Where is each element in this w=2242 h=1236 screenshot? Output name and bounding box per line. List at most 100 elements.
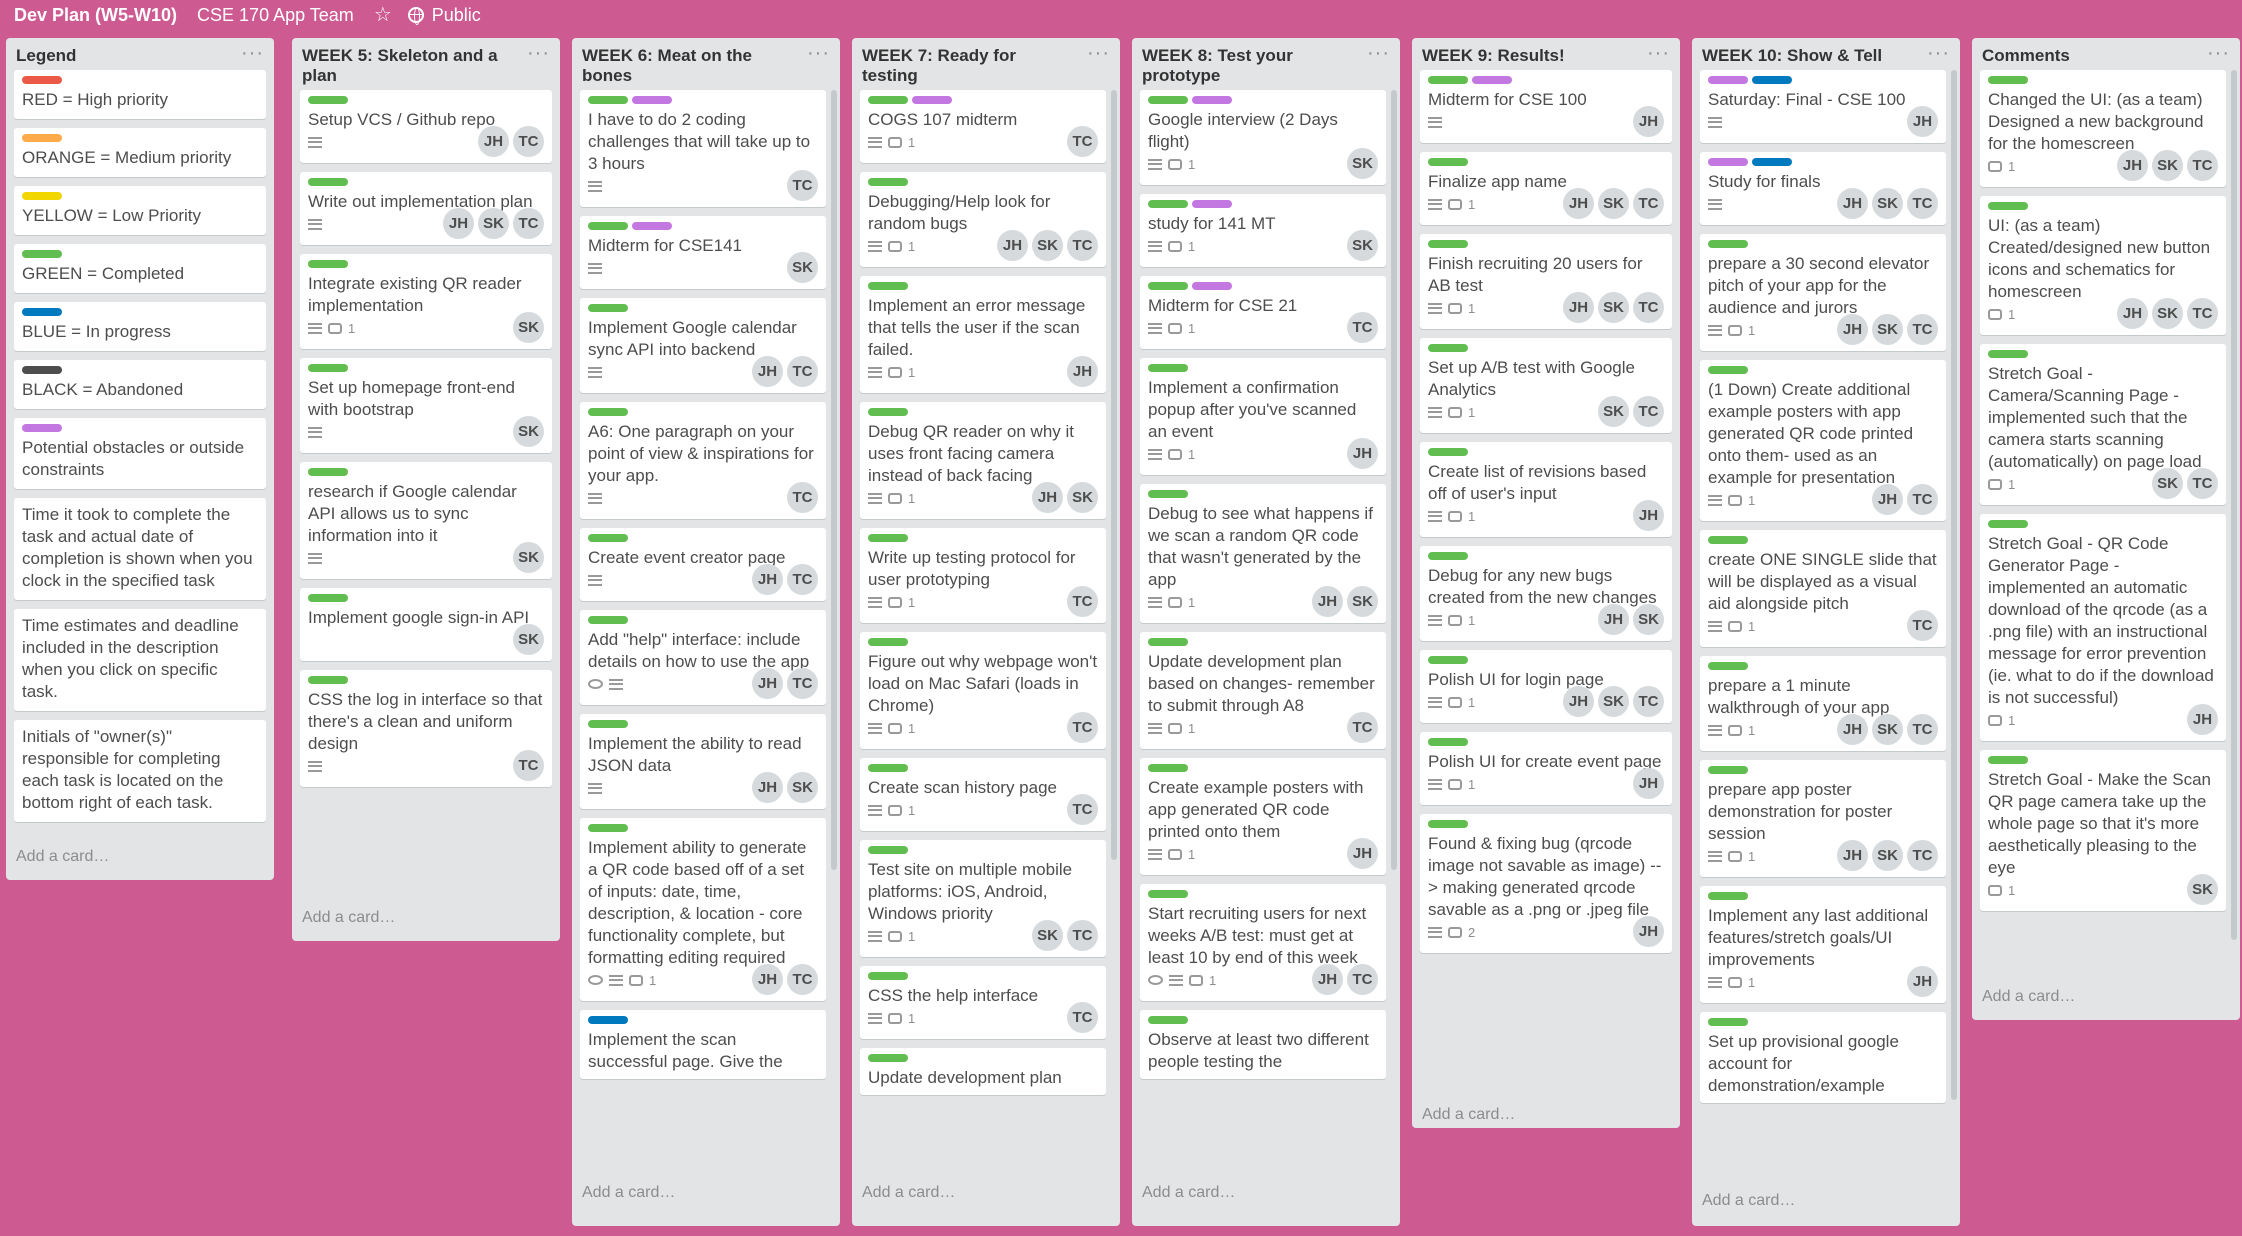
- avatar[interactable]: JH: [752, 964, 783, 995]
- label-green[interactable]: [1148, 200, 1188, 208]
- task-card[interactable]: Saturday: Final - CSE 100 JH: [1700, 70, 1946, 143]
- task-card[interactable]: Set up homepage front-end with bootstrap…: [300, 358, 552, 453]
- label-blue[interactable]: [1752, 76, 1792, 84]
- task-card[interactable]: Setup VCS / Github repo JH TC: [300, 90, 552, 163]
- task-card[interactable]: research if Google calendar API allows u…: [300, 462, 552, 579]
- label-green[interactable]: [1708, 892, 1748, 900]
- list-scrollbar[interactable]: [2231, 70, 2237, 940]
- avatar[interactable]: TC: [1347, 712, 1378, 743]
- avatar[interactable]: SK: [1872, 714, 1903, 745]
- task-card[interactable]: Stretch Goal - Camera/Scanning Page - im…: [1980, 344, 2226, 505]
- label-green[interactable]: [868, 178, 908, 186]
- label-green[interactable]: [1988, 350, 2028, 358]
- label-green[interactable]: [308, 676, 348, 684]
- label-green[interactable]: [1428, 820, 1468, 828]
- task-card[interactable]: Changed the UI: (as a team) Designed a n…: [1980, 70, 2226, 187]
- avatar[interactable]: JH: [2117, 298, 2148, 329]
- add-card-button[interactable]: Add a card…: [6, 842, 274, 874]
- task-card[interactable]: Debug QR reader on why it uses front fac…: [860, 402, 1106, 519]
- avatar[interactable]: JH: [2117, 150, 2148, 181]
- avatar[interactable]: TC: [2187, 150, 2218, 181]
- label-green[interactable]: [1428, 240, 1468, 248]
- label-green[interactable]: [22, 250, 62, 258]
- avatar[interactable]: TC: [1067, 586, 1098, 617]
- task-card[interactable]: Implement a confirmation popup after you…: [1140, 358, 1386, 475]
- avatar[interactable]: JH: [1633, 106, 1664, 137]
- task-card[interactable]: prepare a 1 minute walkthrough of your a…: [1700, 656, 1946, 751]
- avatar[interactable]: JH: [997, 230, 1028, 261]
- label-green[interactable]: [1708, 1018, 1748, 1026]
- avatar[interactable]: TC: [787, 170, 818, 201]
- task-card[interactable]: UI: (as a team) Created/designed new but…: [1980, 196, 2226, 335]
- task-card[interactable]: Google interview (2 Days flight) 1 SK: [1140, 90, 1386, 185]
- task-card[interactable]: Study for finals JH SK TC: [1700, 152, 1946, 225]
- task-card[interactable]: CSS the help interface 1 TC: [860, 966, 1106, 1039]
- add-card-button[interactable]: Add a card…: [1132, 1178, 1400, 1210]
- avatar[interactable]: JH: [752, 564, 783, 595]
- task-card[interactable]: Observe at least two different people te…: [1140, 1010, 1386, 1079]
- avatar[interactable]: SK: [513, 416, 544, 447]
- task-card[interactable]: Update development plan: [860, 1048, 1106, 1095]
- label-green[interactable]: [308, 468, 348, 476]
- avatar[interactable]: JH: [1312, 586, 1343, 617]
- label-green[interactable]: [308, 364, 348, 372]
- avatar[interactable]: JH: [1598, 604, 1629, 635]
- label-green[interactable]: [868, 96, 908, 104]
- task-card[interactable]: Stretch Goal - Make the Scan QR page cam…: [1980, 750, 2226, 911]
- list-menu-icon[interactable]: ···: [1367, 42, 1390, 65]
- avatar[interactable]: JH: [1872, 484, 1903, 515]
- task-card[interactable]: Figure out why webpage won't load on Mac…: [860, 632, 1106, 749]
- label-green[interactable]: [1988, 756, 2028, 764]
- avatar[interactable]: TC: [1067, 126, 1098, 157]
- label-red[interactable]: [22, 76, 62, 84]
- list-menu-icon[interactable]: ···: [1087, 42, 1110, 65]
- label-green[interactable]: [1708, 536, 1748, 544]
- avatar[interactable]: SK: [513, 624, 544, 655]
- label-green[interactable]: [308, 96, 348, 104]
- task-card[interactable]: Debug to see what happens if we scan a r…: [1140, 484, 1386, 623]
- task-card[interactable]: BLACK = Abandoned: [14, 360, 266, 409]
- task-card[interactable]: Set up A/B test with Google Analytics 1 SK…: [1420, 338, 1672, 433]
- avatar[interactable]: JH: [1633, 768, 1664, 799]
- avatar[interactable]: SK: [1872, 188, 1903, 219]
- label-green[interactable]: [868, 846, 908, 854]
- label-green[interactable]: [1708, 366, 1748, 374]
- avatar[interactable]: JH: [1837, 188, 1868, 219]
- task-card[interactable]: Write up testing protocol for user proto…: [860, 528, 1106, 623]
- add-card-button[interactable]: Add a card…: [1692, 1186, 1960, 1218]
- task-card[interactable]: CSS the log in interface so that there's…: [300, 670, 552, 787]
- avatar[interactable]: TC: [787, 564, 818, 595]
- avatar[interactable]: TC: [1907, 840, 1938, 871]
- avatar[interactable]: SK: [787, 252, 818, 283]
- task-card[interactable]: Finish recruiting 20 users for AB test 1 J…: [1420, 234, 1672, 329]
- label-green[interactable]: [1708, 766, 1748, 774]
- label-green[interactable]: [308, 594, 348, 602]
- avatar[interactable]: TC: [1907, 714, 1938, 745]
- globe-icon[interactable]: [407, 7, 424, 25]
- label-green[interactable]: [1148, 490, 1188, 498]
- list-menu-icon[interactable]: ···: [807, 42, 830, 65]
- task-card[interactable]: Implement google sign-in API SK: [300, 588, 552, 661]
- avatar[interactable]: TC: [787, 356, 818, 387]
- add-card-button[interactable]: Add a card…: [1412, 1100, 1680, 1128]
- avatar[interactable]: TC: [1347, 964, 1378, 995]
- add-card-button[interactable]: Add a card…: [1972, 982, 2240, 1014]
- task-card[interactable]: Update development plan based on changes…: [1140, 632, 1386, 749]
- team-name[interactable]: CSE 170 App Team: [197, 5, 354, 26]
- avatar[interactable]: JH: [752, 668, 783, 699]
- star-icon[interactable]: ☆: [374, 5, 392, 25]
- avatar[interactable]: SK: [1347, 230, 1378, 261]
- label-green[interactable]: [588, 96, 628, 104]
- task-card[interactable]: COGS 107 midterm 1 TC: [860, 90, 1106, 163]
- label-blue[interactable]: [1752, 158, 1792, 166]
- label-green[interactable]: [868, 764, 908, 772]
- list-menu-icon[interactable]: ···: [1647, 42, 1670, 65]
- label-green[interactable]: [1988, 202, 2028, 210]
- task-card[interactable]: Time it took to complete the task and ac…: [14, 498, 266, 600]
- list-menu-icon[interactable]: ···: [527, 42, 550, 65]
- task-card[interactable]: Set up provisional google account for de…: [1700, 1012, 1946, 1103]
- avatar[interactable]: JH: [1907, 966, 1938, 997]
- avatar[interactable]: JH: [1312, 964, 1343, 995]
- label-green[interactable]: [1148, 764, 1188, 772]
- avatar[interactable]: JH: [1837, 840, 1868, 871]
